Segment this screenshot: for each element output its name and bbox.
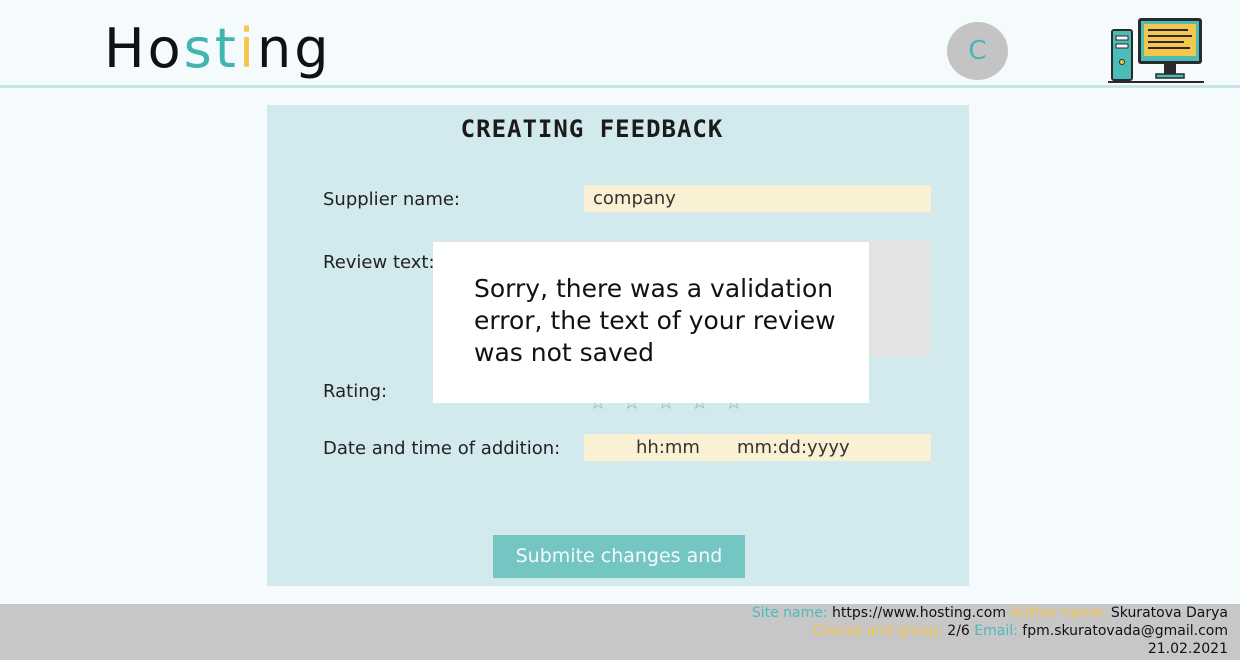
supplier-name-label: Supplier name: (323, 189, 460, 210)
time-placeholder: hh:mm (636, 437, 700, 458)
avatar-initial: C (968, 36, 987, 66)
footer-date: 21.02.2021 (1147, 641, 1228, 657)
author-name-key: Author name: (1010, 605, 1107, 621)
logo-text-3: i (238, 17, 257, 80)
footer: Site name: https://www.hosting.com Autho… (0, 604, 1240, 660)
form-title: CREATING FEEDBACK (460, 115, 724, 143)
logo-text-2: st (183, 17, 239, 80)
computer-icon (1108, 18, 1204, 83)
author-name-value: Skuratova Darya (1110, 605, 1228, 621)
validation-error-message: Sorry, there was a validation error, the… (474, 274, 836, 367)
review-text-label: Review text: (323, 252, 435, 273)
site-name-value[interactable]: https://www.hosting.com (832, 605, 1006, 621)
date-time-input[interactable]: hh:mm mm:dd:yyyy (584, 434, 931, 461)
course-group-key: Course and group: (813, 623, 943, 639)
supplier-name-input[interactable]: company (584, 185, 931, 212)
email-key: Email: (974, 623, 1018, 639)
course-group-value: 2/6 (947, 623, 970, 639)
date-placeholder: mm:dd:yyyy (737, 437, 850, 458)
validation-error-dialog[interactable]: Sorry, there was a validation error, the… (433, 242, 869, 403)
logo-text-4: ng (256, 17, 332, 80)
footer-info: Site name: https://www.hosting.com Autho… (752, 604, 1228, 658)
logo-text-1: Ho (104, 17, 184, 80)
header-divider (0, 85, 1240, 88)
submit-button[interactable]: Submite changes and save (493, 535, 745, 610)
hosting-logo[interactable]: Hosting (104, 14, 332, 84)
date-time-label: Date and time of addition: (323, 438, 561, 459)
rating-label: Rating: (323, 381, 388, 402)
header: Hosting C (0, 0, 1240, 88)
supplier-name-value: company (593, 188, 676, 209)
user-avatar[interactable]: C (947, 22, 1008, 80)
email-value[interactable]: fpm.skuratovada@gmail.com (1022, 623, 1228, 639)
site-name-key: Site name: (751, 605, 828, 621)
